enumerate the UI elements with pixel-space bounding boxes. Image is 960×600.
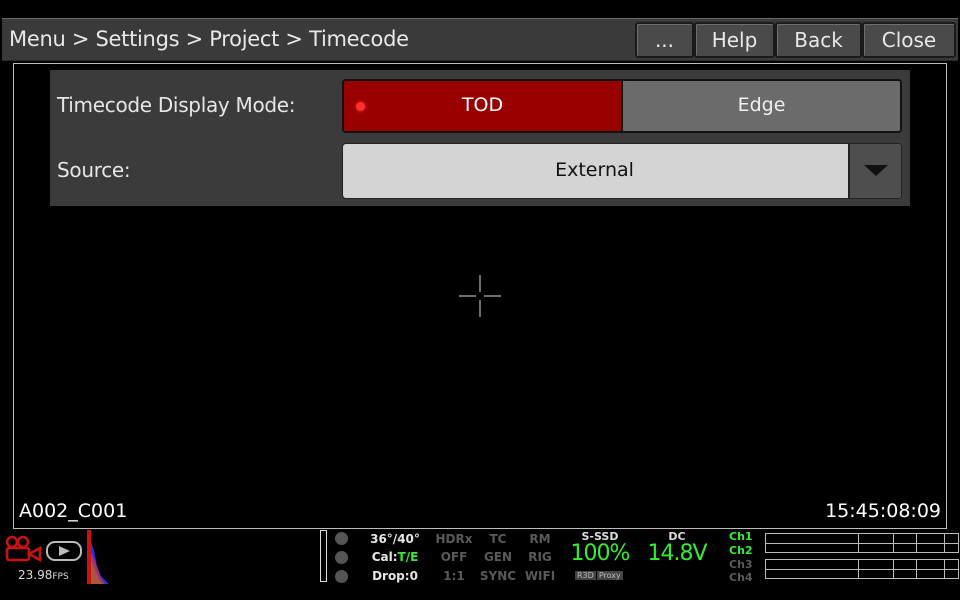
wifi-readout: WIFI [524,569,556,583]
audio-channel-3: Ch3 [729,558,753,571]
shutter-readout: 36°/40° [370,532,420,546]
calibration-value: T/E [397,550,419,564]
back-button[interactable]: Back [775,22,862,58]
status-bar: 23.98FPS 36°/40° Cal:T/E Drop:0 HDRx OFF… [0,530,960,600]
status-indicator-icon [335,570,348,583]
rig-readout: RIG [528,550,552,564]
calibration-readout: Cal:T/E [365,550,425,564]
audio-meter-top [765,533,959,553]
display-mode-option-edge[interactable]: Edge [623,81,900,131]
power-voltage: 14.8V [647,541,707,566]
dropped-frames-readout: Drop:0 [372,569,418,583]
breadcrumb: Menu > Settings > Project > Timecode [9,27,409,51]
title-bar: Menu > Settings > Project > Timecode ...… [2,18,958,61]
histogram[interactable] [85,530,111,584]
status-indicator-icon [335,532,348,545]
source-dropdown[interactable]: External [342,143,902,199]
record-camera-icon[interactable] [4,534,42,564]
help-button[interactable]: Help [694,22,775,58]
dropdown-arrow-button[interactable] [848,144,901,198]
play-icon[interactable] [46,541,82,561]
source-label: Source: [57,158,131,182]
timecode-settings-panel: Timecode Display Mode: TOD Edge Source: … [50,70,910,206]
display-mode-option-tod[interactable]: TOD [344,81,623,131]
close-button[interactable]: Close [862,22,956,58]
display-mode-label: Timecode Display Mode: [57,93,296,117]
more-button[interactable]: ... [635,22,694,58]
calibration-label: Cal: [371,550,398,564]
fps-readout: 23.98FPS [18,568,69,582]
audio-meter-bottom [765,559,959,579]
fps-value: 23.98 [18,568,53,582]
rm-label: RM [529,532,551,546]
proxy-tag: Proxy [596,571,623,580]
audio-channel-1: Ch1 [729,530,753,543]
display-mode-toggle: TOD Edge [342,79,902,133]
audio-channel-4: Ch4 [729,571,753,584]
fps-unit: FPS [52,572,69,582]
source-value: External [555,159,634,181]
clip-name: A002_C001 [19,500,128,522]
r3d-tag: R3D [575,571,596,580]
option-label: TOD [461,94,504,116]
timecode-readout: 15:45:08:09 [825,500,941,522]
option-label: Edge [737,94,786,116]
center-crosshair-icon [459,275,501,317]
media-format-tags: R3D Proxy [575,571,624,580]
audio-channel-2: Ch2 [729,544,753,557]
media-remaining: 100% [570,541,631,566]
chevron-down-icon [864,165,888,176]
status-indicator-icon [335,551,348,564]
focus-meter [320,530,327,582]
